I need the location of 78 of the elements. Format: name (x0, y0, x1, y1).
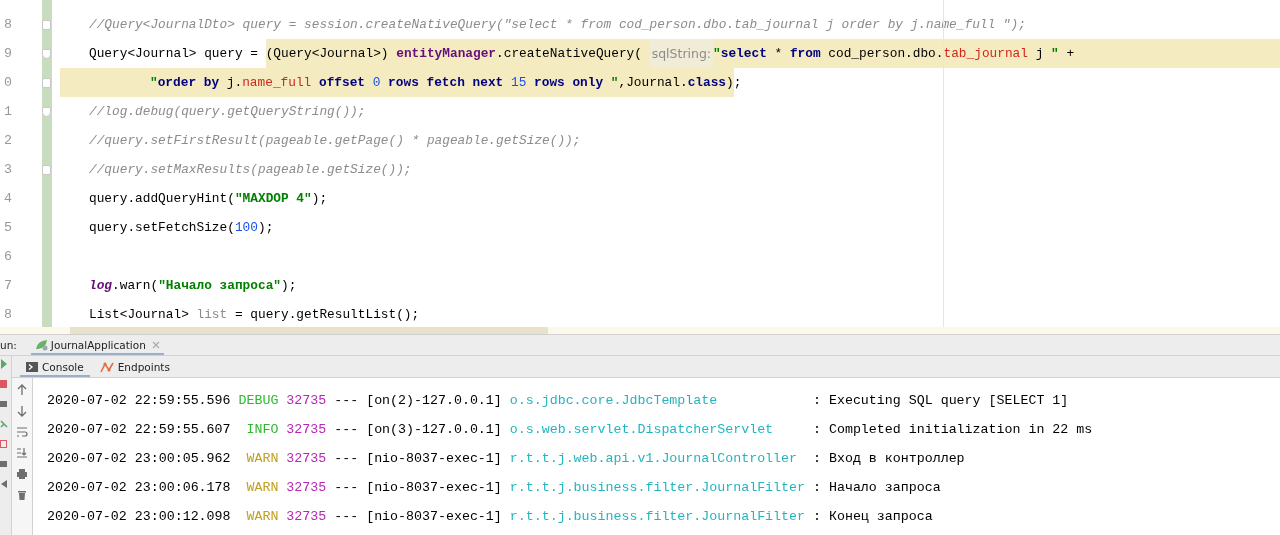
log-separator: --- (334, 480, 359, 495)
log-level: WARN (245, 509, 279, 524)
log-logger: o.s.jdbc.core.JdbcTemplate (509, 393, 719, 408)
code-text: ; (733, 74, 742, 92)
log-logger: r.t.t.j.web.api.v1.JournalController (509, 451, 799, 466)
line-number: 0 (4, 74, 12, 91)
code-text: //Query<JournalDto> query = session.createNativeQuery("select * from cod_person.dbo.tab_journal j order by j.name_full "); (89, 16, 1026, 34)
soft-wrap-icon[interactable] (16, 426, 28, 438)
down-arrow-icon[interactable] (16, 405, 28, 417)
scroll-to-end-icon[interactable] (16, 447, 28, 459)
log-logger: r.t.t.j.business.filter.JournalFilter (509, 480, 805, 495)
leaf-icon (34, 339, 49, 351)
print-icon[interactable] (16, 468, 28, 480)
log-level: WARN (245, 480, 279, 495)
close-icon[interactable] (151, 341, 160, 349)
console-icon (26, 360, 38, 373)
log-separator: --- (334, 422, 359, 437)
parameter-hint: sqlString: (649, 39, 714, 68)
code-text: (Query<Journal>) entityManager.createNativeQuery( (265, 39, 650, 68)
log-level: WARN (245, 451, 279, 466)
code-text: query.addQueryHint("MAXDOP 4"); (89, 190, 328, 208)
log-pid: 32735 (286, 393, 327, 408)
rerun-icon[interactable] (0, 358, 8, 370)
log-message: : Вход в контроллер (813, 451, 965, 466)
log-separator: --- (334, 393, 359, 408)
code-text: query.setFetchSize(100); (89, 219, 274, 237)
log-message: : Completed initialization in 22 ms (813, 422, 1093, 437)
log-pid: 32735 (286, 480, 327, 495)
stop-icon[interactable] (0, 378, 8, 390)
code-text: log.warn("Начало запроса"); (89, 277, 297, 295)
log-pid: 32735 (286, 422, 327, 437)
line-number: 6 (4, 248, 12, 265)
exit-icon[interactable] (0, 438, 8, 450)
code-text: //query.setMaxResults(pageable.getSize()); (89, 161, 412, 179)
code-text: //query.setFirstResult(pageable.getPage() * pageable.getSize()); (89, 132, 581, 150)
panel-label: un: (0, 338, 18, 353)
log-message: : Executing SQL query [SELECT 1] (813, 393, 1069, 408)
log-level: DEBUG (238, 393, 279, 408)
log-message: : Начало запроса (813, 480, 941, 495)
log-timestamp: 2020-07-02 22:59:55.607 (47, 422, 231, 437)
line-number: 1 (4, 103, 12, 120)
log-timestamp: 2020-07-02 23:00:06.178 (47, 480, 231, 495)
log-timestamp: 2020-07-02 22:59:55.596 (47, 393, 231, 408)
log-thread: [nio-8037-exec-1] (366, 480, 502, 495)
line-number: 4 (4, 190, 12, 207)
line-number: 8 (4, 16, 12, 33)
code-text: List<Journal> list = query.getResultList(); (89, 306, 420, 324)
log-pid: 32735 (286, 509, 327, 524)
line-number: 9 (4, 45, 12, 62)
log-thread: [on(2)-127.0.0.1] (366, 393, 502, 408)
log-level: INFO (245, 422, 279, 437)
line-number: 5 (4, 219, 12, 236)
log-separator: --- (334, 451, 359, 466)
line-number: 2 (4, 132, 12, 149)
log-thread: [nio-8037-exec-1] (366, 509, 502, 524)
log-thread: [on(3)-127.0.0.1] (366, 422, 502, 437)
log-logger: o.s.web.servlet.DispatcherServlet (509, 422, 775, 437)
code-text: "select * from cod_person.dbo.tab_journal j " + (713, 39, 1280, 68)
log-pid: 32735 (286, 451, 327, 466)
code-text: //log.debug(query.getQueryString()); (89, 103, 366, 121)
run-tab[interactable]: JournalApplication (30, 335, 164, 355)
up-arrow-icon[interactable] (16, 384, 28, 396)
log-timestamp: 2020-07-02 23:00:12.098 (47, 509, 231, 524)
code-text: Query<Journal> query = (89, 45, 259, 63)
line-number: 8 (4, 306, 12, 323)
log-thread: [nio-8037-exec-1] (366, 451, 502, 466)
scrollbar-thumb[interactable] (70, 327, 548, 334)
code-text: "order by j.name_full offset 0 rows fetch next 15 rows only ",Journal.class) (60, 68, 734, 97)
log-logger: r.t.t.j.business.filter.JournalFilter (509, 509, 805, 524)
trash-icon[interactable] (16, 489, 28, 501)
console-tab[interactable]: Endpoints (93, 356, 176, 377)
log-message: : Конец запроса (813, 509, 933, 524)
log-timestamp: 2020-07-02 23:00:05.962 (47, 451, 231, 466)
line-number: 7 (4, 277, 12, 294)
line-number: 3 (4, 161, 12, 178)
chart-line-icon (99, 360, 114, 373)
console-tab[interactable]: Console (20, 356, 90, 377)
log-separator: --- (334, 509, 359, 524)
